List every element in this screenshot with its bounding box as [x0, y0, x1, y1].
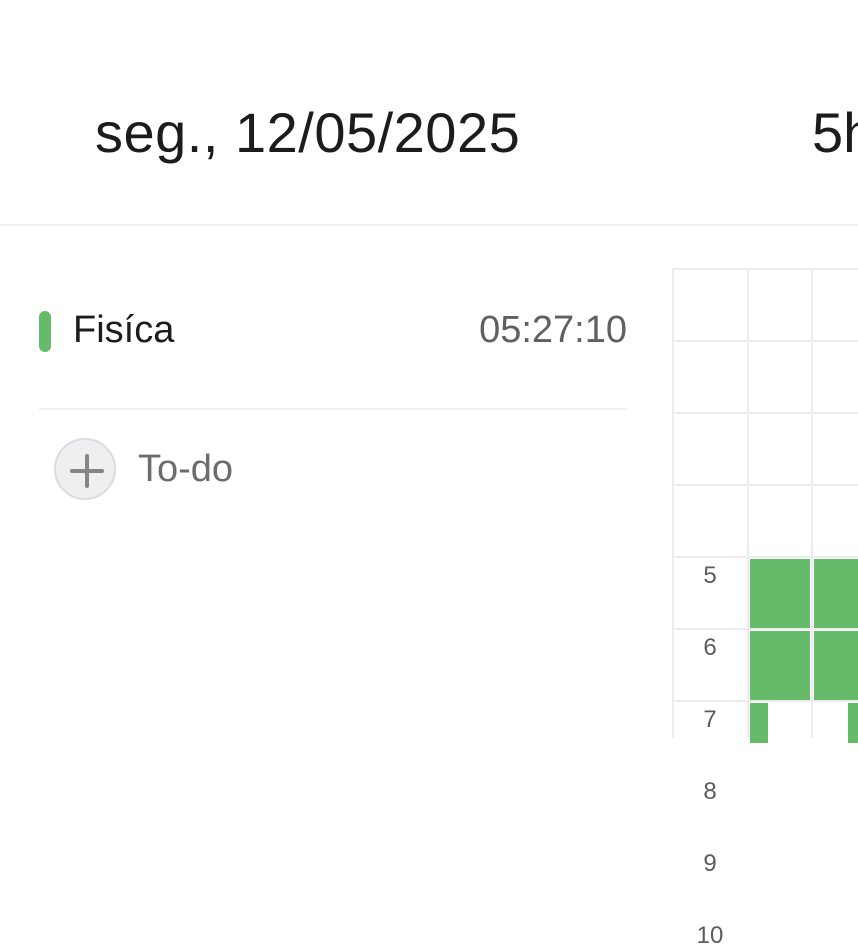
hour-label-5: 5	[703, 562, 717, 589]
grid-line	[672, 700, 858, 702]
time-cell-filled[interactable]	[814, 631, 858, 700]
plus-icon[interactable]	[54, 438, 116, 500]
grid-line	[672, 268, 674, 738]
hour-label-10: 10	[696, 922, 724, 949]
hour-label-9: 9	[703, 850, 717, 877]
day-header: seg., 12/05/2025 5h	[0, 0, 858, 226]
date-title[interactable]: seg., 12/05/2025	[95, 98, 520, 168]
grid-line	[672, 628, 858, 630]
grid-line	[672, 340, 858, 342]
total-time-partial: 5h	[812, 101, 858, 164]
grid-line	[747, 268, 749, 738]
subject-color-bar	[39, 311, 51, 352]
grid-line	[672, 556, 858, 558]
grid-line	[672, 268, 858, 270]
hour-label-8: 8	[703, 778, 717, 805]
time-cell-filled[interactable]	[750, 703, 768, 743]
grid-line	[811, 268, 813, 738]
grid-line	[672, 412, 858, 414]
timeline-grid: 5 6 7 8 9 10	[672, 268, 858, 949]
time-cell-filled[interactable]	[750, 631, 810, 700]
time-cell-filled[interactable]	[814, 559, 858, 628]
grid-line	[672, 484, 858, 486]
time-cell-filled[interactable]	[750, 559, 810, 628]
time-cell-filled[interactable]	[848, 703, 858, 743]
hour-label-6: 6	[703, 634, 717, 661]
subject-time: 05:27:10	[479, 309, 627, 351]
add-todo-button[interactable]: To-do	[54, 437, 233, 501]
subject-row[interactable]: Fisíca 05:27:10	[39, 288, 627, 410]
todo-label: To-do	[138, 448, 234, 490]
hour-label-7: 7	[703, 706, 717, 733]
subject-name: Fisíca	[73, 309, 175, 351]
